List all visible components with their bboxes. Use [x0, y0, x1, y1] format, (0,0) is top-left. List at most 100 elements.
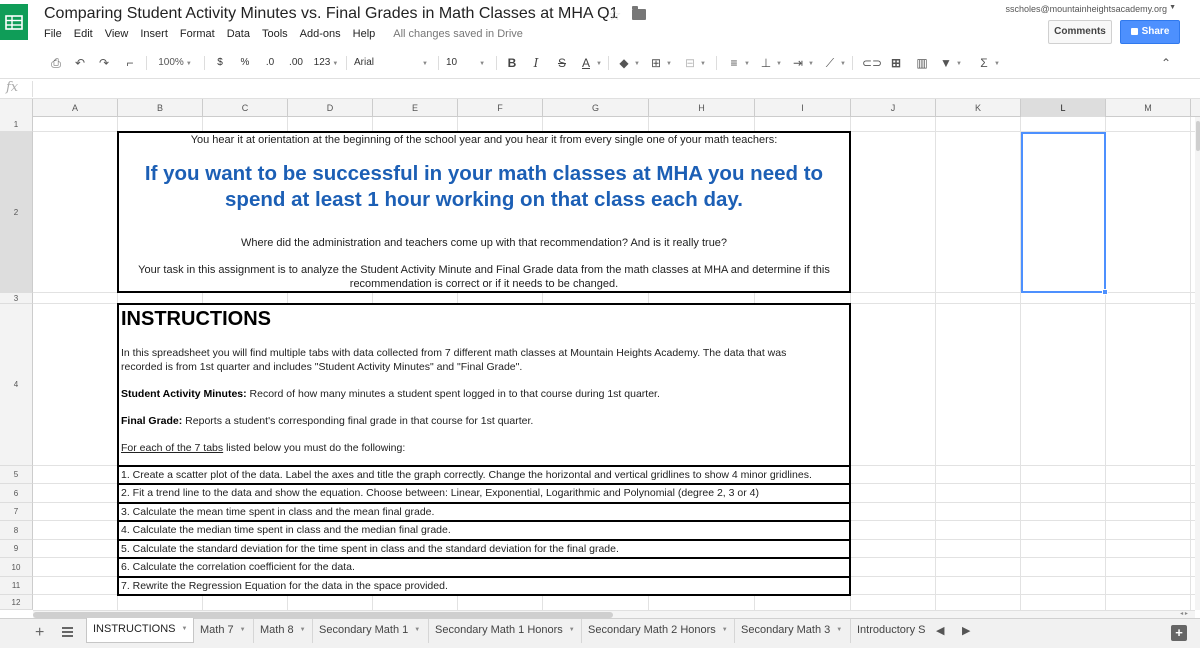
sheet-tab-math-8[interactable]: Math 8 ▼	[254, 619, 313, 643]
sheet-tab-secondary-math-3[interactable]: Secondary Math 3 ▼	[735, 619, 851, 643]
star-icon[interactable]: ☆	[608, 6, 621, 24]
sheets-logo-icon[interactable]	[0, 4, 28, 40]
functions-dropdown[interactable]: ▼	[992, 53, 1000, 73]
text-wrapping-dropdown[interactable]: ▼	[806, 53, 814, 73]
column-header-c[interactable]: C	[203, 99, 288, 117]
sheet-tab-introductory[interactable]: Introductory S	[851, 619, 927, 643]
add-sheet-icon[interactable]: +	[35, 624, 44, 642]
column-header-m[interactable]: M	[1106, 99, 1191, 117]
horizontal-align-icon[interactable]: ≡	[726, 53, 742, 73]
row-header-8[interactable]: 8	[0, 521, 33, 540]
vertical-scrollbar[interactable]	[1195, 117, 1200, 610]
sheet-tab-secondary-math-1-honors[interactable]: Secondary Math 1 Honors ▼	[429, 619, 582, 643]
row-header-2[interactable]: 2	[0, 132, 33, 293]
insert-link-icon[interactable]: ⊂⊃	[862, 53, 882, 73]
text-color-button[interactable]: A	[578, 53, 594, 73]
horizontal-scroll-arrows[interactable]: ◂ ▸	[1168, 610, 1200, 618]
borders-icon[interactable]: ⊞	[648, 53, 664, 73]
menu-addons[interactable]: Add-ons	[300, 28, 341, 42]
column-header-j[interactable]: J	[851, 99, 936, 117]
row-header-6[interactable]: 6	[0, 484, 33, 503]
share-button[interactable]: Share	[1120, 20, 1180, 44]
font-size-select[interactable]: 10 ▼	[446, 53, 490, 73]
explore-icon[interactable]: +	[1171, 625, 1187, 641]
borders-dropdown[interactable]: ▼	[664, 53, 672, 73]
horizontal-scrollbar[interactable]	[33, 610, 1195, 618]
column-header-k[interactable]: K	[936, 99, 1021, 117]
save-status[interactable]: All changes saved in Drive	[393, 28, 523, 42]
vertical-align-dropdown[interactable]: ▼	[774, 53, 782, 73]
cell-grid[interactable]: You hear it at orientation at the beginn…	[33, 117, 1195, 610]
comments-button[interactable]: Comments	[1048, 20, 1112, 44]
sheet-tab-instructions[interactable]: INSTRUCTIONS ▼	[86, 618, 194, 643]
strikethrough-button[interactable]: S	[554, 53, 570, 73]
column-header-a[interactable]: A	[33, 99, 118, 117]
redo-icon[interactable]: ↷	[96, 53, 112, 73]
document-title[interactable]: Comparing Student Activity Minutes vs. F…	[44, 5, 618, 23]
merge-cells-icon[interactable]: ⊟	[682, 53, 698, 73]
sheet-tab-secondary-math-1[interactable]: Secondary Math 1 ▼	[313, 619, 429, 643]
sheet-tab-math-7[interactable]: Math 7 ▼	[194, 619, 254, 643]
column-header-h[interactable]: H	[649, 99, 755, 117]
collapse-menu-icon[interactable]: ⌃	[1158, 53, 1174, 73]
insert-chart-icon[interactable]: ▥	[914, 53, 930, 73]
menu-data[interactable]: Data	[227, 28, 250, 42]
row-header-10[interactable]: 10	[0, 558, 33, 577]
row-header-9[interactable]: 9	[0, 540, 33, 558]
row-header-7[interactable]: 7	[0, 503, 33, 521]
font-family-select[interactable]: Arial ▼	[354, 53, 430, 73]
column-header-e[interactable]: E	[373, 99, 458, 117]
instructions-box[interactable]: INSTRUCTIONS In this spreadsheet you wil…	[117, 303, 851, 596]
column-header-l[interactable]: L	[1021, 99, 1106, 117]
menu-help[interactable]: Help	[353, 28, 376, 42]
insert-comment-icon[interactable]: ⊞	[888, 53, 904, 73]
column-header-f[interactable]: F	[458, 99, 543, 117]
row-header-1[interactable]: 1	[0, 117, 33, 132]
all-sheets-icon[interactable]	[62, 627, 73, 637]
fill-color-icon[interactable]: ◆	[616, 53, 632, 73]
vertical-align-icon[interactable]: ⊥	[758, 53, 774, 73]
row-header-12[interactable]: 12	[0, 595, 33, 610]
row-header-4[interactable]: 4	[0, 304, 33, 466]
menu-edit[interactable]: Edit	[74, 28, 93, 42]
scroll-tabs-right-icon[interactable]: ▶	[962, 624, 970, 637]
menu-tools[interactable]: Tools	[262, 28, 288, 42]
filter-dropdown[interactable]: ▼	[954, 53, 962, 73]
menu-file[interactable]: File	[44, 28, 62, 42]
bold-button[interactable]: B	[504, 53, 520, 73]
row-header-5[interactable]: 5	[0, 466, 33, 484]
column-header-d[interactable]: D	[288, 99, 373, 117]
row-header-11[interactable]: 11	[0, 577, 33, 595]
zoom-select[interactable]: 100% ▼	[156, 53, 194, 73]
text-color-dropdown[interactable]: ▼	[594, 53, 602, 73]
column-header-b[interactable]: B	[118, 99, 203, 117]
functions-icon[interactable]: Σ	[976, 53, 992, 73]
select-all-corner[interactable]	[0, 99, 33, 117]
percent-format-button[interactable]: %	[238, 53, 252, 73]
column-header-i[interactable]: I	[755, 99, 851, 117]
scroll-tabs-left-icon[interactable]: ◀	[936, 624, 944, 637]
formula-input[interactable]	[40, 79, 1190, 98]
column-header-g[interactable]: G	[543, 99, 649, 117]
row-header-3[interactable]: 3	[0, 293, 33, 304]
selected-cell[interactable]	[1021, 132, 1106, 293]
chevron-down-icon[interactable]: ▼	[1169, 4, 1176, 11]
currency-format-button[interactable]: $	[214, 53, 226, 73]
menu-insert[interactable]: Insert	[140, 28, 168, 42]
decrease-decimal-button[interactable]: .0	[262, 53, 278, 73]
text-wrapping-icon[interactable]: ⇥	[790, 53, 806, 73]
more-formats-button[interactable]: 123 ▼	[312, 53, 340, 73]
text-rotation-icon[interactable]: ⟋	[822, 53, 838, 73]
merge-cells-dropdown[interactable]: ▼	[698, 53, 706, 73]
menu-format[interactable]: Format	[180, 28, 215, 42]
vertical-scroll-thumb[interactable]	[1196, 121, 1200, 151]
intro-box[interactable]: You hear it at orientation at the beginn…	[117, 131, 851, 293]
increase-decimal-button[interactable]: .00	[286, 53, 306, 73]
menu-view[interactable]: View	[105, 28, 129, 42]
text-rotation-dropdown[interactable]: ▼	[838, 53, 846, 73]
paint-format-icon[interactable]: ⌐	[122, 53, 138, 73]
folder-icon[interactable]	[632, 6, 646, 20]
fill-color-dropdown[interactable]: ▼	[632, 53, 640, 73]
italic-button[interactable]: I	[528, 53, 544, 73]
user-email[interactable]: sscholes@mountainheightsacademy.org	[1005, 4, 1167, 14]
